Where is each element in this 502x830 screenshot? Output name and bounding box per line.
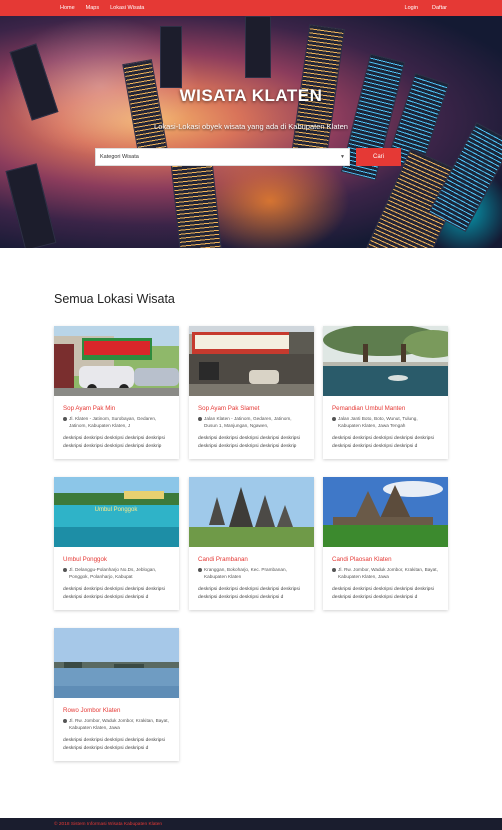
destination-photo	[189, 326, 314, 396]
building-shape	[160, 26, 182, 88]
nav-links: Home Maps Lokasi Wisata	[60, 0, 144, 16]
top-navbar: Home Maps Lokasi Wisata Login Daftar	[0, 0, 502, 16]
address-text: Jl. Klaten - Jatinom, Surobayan, Gedaren…	[69, 416, 157, 428]
map-pin-icon	[63, 718, 67, 723]
search-button[interactable]: Cari	[356, 148, 401, 166]
map-pin-icon	[332, 416, 336, 421]
destination-card[interactable]: Candi Plaosan Klaten Jl. Rw. Jombor, Wad…	[323, 477, 448, 610]
destination-photo	[54, 326, 179, 396]
nav-register[interactable]: Daftar	[432, 5, 447, 11]
footer-copyright: © 2018 Sistem Informasi Wisata Kabupaten…	[54, 821, 163, 827]
map-pin-icon	[63, 416, 67, 421]
destination-card[interactable]: Sop Ayam Pak Min Jl. Klaten - Jatinom, S…	[54, 326, 179, 459]
search-form: Kategori Wisata ▼ Cari	[95, 148, 405, 166]
category-select-value: Kategori Wisata	[100, 154, 139, 160]
nav-lokasi-wisata[interactable]: Lokasi Wisata	[110, 5, 144, 11]
destination-title[interactable]: Pemandian Umbul Manten	[332, 405, 439, 412]
destination-title[interactable]: Umbul Ponggok	[63, 556, 170, 563]
map-pin-icon	[332, 567, 336, 572]
destination-description: deskripsi deskripsi deskripsi deskripsi …	[332, 436, 434, 449]
destination-photo	[323, 326, 448, 396]
destination-title[interactable]: Candi Prambanan	[198, 556, 305, 563]
chevron-down-icon: ▼	[340, 154, 345, 160]
destination-address: Jalan Klaten - Jatinom, Gedaren, Jatinom…	[198, 415, 305, 429]
nav-maps[interactable]: Maps	[86, 5, 99, 11]
category-select[interactable]: Kategori Wisata ▼	[95, 148, 350, 166]
destination-photo	[323, 477, 448, 547]
destination-card[interactable]: Umbul Ponggok Umbul Ponggok Jl. Delanggu…	[54, 477, 179, 610]
destination-address: Kranggan, Bokoharjo, Kec. Prambanan, Kab…	[198, 566, 305, 580]
building-shape	[5, 163, 57, 248]
map-pin-icon	[198, 416, 202, 421]
address-text: Jalan Klaten - Jatinom, Gedaren, Jatinom…	[204, 416, 292, 428]
hero-banner: WISATA KLATEN Lokasi-Lokasi obyek wisata…	[0, 16, 502, 248]
destination-address: Jalan Janti Boto, Boto, Wunut, Tulung, K…	[332, 415, 439, 429]
auth-links: Login Daftar	[405, 0, 447, 16]
destination-description: deskripsi deskripsi deskripsi deskripsi …	[63, 436, 165, 449]
destination-title[interactable]: Sop Ayam Pak Slamet	[198, 405, 305, 412]
building-shape	[245, 16, 271, 78]
destination-card[interactable]: Rowo Jombor Klaten Jl. Rw. Jombor, Waduk…	[54, 628, 179, 761]
address-text: Jl. Rw. Jombor, Waduk Jombor, Krakitan, …	[338, 567, 438, 579]
destination-description: deskripsi deskripsi deskripsi deskripsi …	[332, 587, 434, 600]
hero-title: WISATA KLATEN	[179, 86, 323, 105]
destination-address: Jl. Rw. Jombor, Waduk Jombor, Krakitan, …	[63, 717, 170, 731]
nav-login[interactable]: Login	[405, 5, 418, 11]
destination-card[interactable]: Pemandian Umbul Manten Jalan Janti Boto,…	[323, 326, 448, 459]
footer: © 2018 Sistem Informasi Wisata Kabupaten…	[0, 818, 502, 830]
map-pin-icon	[63, 567, 67, 572]
address-text: Jl. Rw. Jombor, Waduk Jombor, Krakitan, …	[69, 718, 169, 730]
address-text: Jalan Janti Boto, Boto, Wunut, Tulung, K…	[338, 416, 418, 428]
destination-address: Jl. Delanggu-Polanharjo No.Ds, Jeblogan,…	[63, 566, 170, 580]
destination-description: deskripsi deskripsi deskripsi deskripsi …	[63, 738, 165, 751]
destination-card[interactable]: Sop Ayam Pak Slamet Jalan Klaten - Jatin…	[189, 326, 314, 459]
destination-card[interactable]: Candi Prambanan Kranggan, Bokoharjo, Kec…	[189, 477, 314, 610]
destination-title[interactable]: Candi Plaosan Klaten	[332, 556, 439, 563]
svg-text:Umbul Ponggok: Umbul Ponggok	[95, 507, 139, 513]
destination-address: Jl. Rw. Jombor, Waduk Jombor, Krakitan, …	[332, 566, 439, 580]
address-text: Jl. Delanggu-Polanharjo No.Ds, Jeblogan,…	[69, 567, 157, 579]
address-text: Kranggan, Bokoharjo, Kec. Prambanan, Kab…	[204, 567, 287, 579]
destination-title[interactable]: Sop Ayam Pak Min	[63, 405, 170, 412]
destination-description: deskripsi deskripsi deskripsi deskripsi …	[198, 587, 300, 600]
destination-description: deskripsi deskripsi deskripsi deskripsi …	[198, 436, 300, 449]
map-pin-icon	[198, 567, 202, 572]
destination-description: deskripsi deskripsi deskripsi deskripsi …	[63, 587, 165, 600]
destination-photo	[189, 477, 314, 547]
destination-photo: Umbul Ponggok	[54, 477, 179, 547]
hero-subtitle: Lokasi-Lokasi obyek wisata yang ada di K…	[154, 122, 348, 131]
destination-address: Jl. Klaten - Jatinom, Surobayan, Gedaren…	[63, 415, 170, 429]
destination-title[interactable]: Rowo Jombor Klaten	[63, 707, 170, 714]
destination-photo	[54, 628, 179, 698]
nav-home[interactable]: Home	[60, 5, 75, 11]
section-title: Semua Lokasi Wisata	[54, 292, 175, 306]
